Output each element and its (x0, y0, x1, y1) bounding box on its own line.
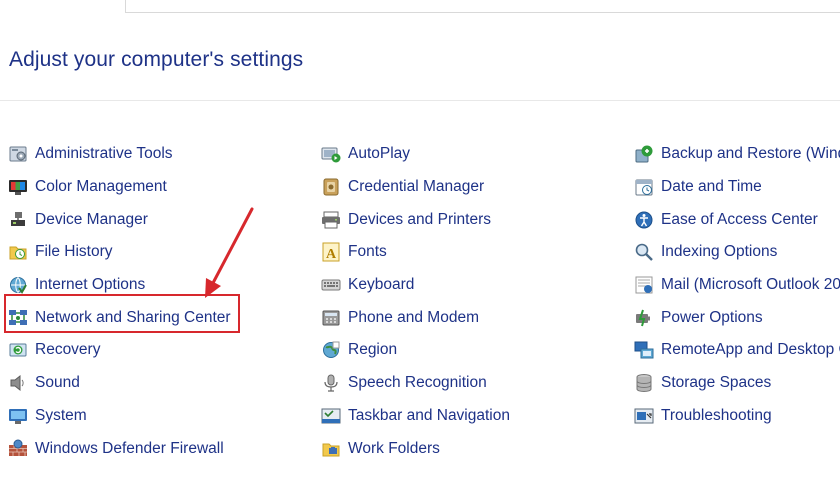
item-label: Storage Spaces (661, 374, 772, 392)
item-label: Speech Recognition (348, 374, 487, 392)
control-panel-item-speech-recognition[interactable]: Speech Recognition (321, 367, 510, 400)
highlight-box (4, 294, 240, 333)
control-panel-item-credential-manager[interactable]: Credential Manager (321, 171, 510, 204)
item-label: Keyboard (348, 276, 415, 294)
control-panel-item-color-management[interactable]: Color Management (8, 171, 231, 204)
internet-options-icon (10, 277, 27, 294)
phone-modem-icon (322, 310, 340, 326)
header-divider (0, 100, 840, 101)
control-panel-column-3: Backup and Restore (Windows 7) Date and T… (634, 138, 840, 432)
item-label: Color Management (35, 178, 167, 196)
troubleshooting-icon (634, 408, 654, 424)
item-label: Power Options (661, 308, 763, 326)
work-folders-icon (322, 443, 340, 457)
item-label: Indexing Options (661, 243, 778, 261)
item-label: Credential Manager (348, 178, 485, 196)
control-panel-item-file-history[interactable]: File History (8, 236, 231, 269)
item-label: Administrative Tools (35, 145, 173, 163)
recovery-icon (9, 343, 27, 357)
control-panel-item-system[interactable]: System (8, 400, 231, 433)
region-icon (323, 341, 340, 359)
control-panel-item-phone-and-modem[interactable]: Phone and Modem (321, 301, 510, 334)
item-label: Backup and Restore (Windows 7) (661, 145, 840, 163)
speech-recognition-icon (324, 374, 338, 392)
device-manager-icon (11, 211, 25, 226)
admin-tools-icon (9, 146, 27, 162)
taskbar-icon (321, 408, 341, 424)
file-history-icon (9, 246, 27, 260)
mail-icon (635, 276, 653, 294)
item-label: Troubleshooting (661, 406, 772, 424)
item-label: Taskbar and Navigation (348, 406, 510, 424)
system-icon (9, 408, 27, 424)
item-label: Ease of Access Center (661, 210, 818, 228)
control-panel-item-windows-defender-firewall[interactable]: Windows Defender Firewall (8, 432, 231, 465)
fonts-icon: A (322, 242, 340, 262)
control-panel-item-mail-microsoft-outlook-2016[interactable]: Mail (Microsoft Outlook 2016) (634, 269, 840, 302)
tab-strip-border (126, 12, 840, 13)
control-panel-item-ease-of-access-center[interactable]: Ease of Access Center (634, 203, 840, 236)
control-panel-item-taskbar-and-navigation[interactable]: Taskbar and Navigation (321, 400, 510, 433)
item-label: AutoPlay (348, 145, 411, 163)
control-panel-item-remoteapp-and-desktop-connections[interactable]: RemoteApp and Desktop Connections (634, 334, 840, 367)
item-label: File History (35, 243, 113, 261)
date-time-icon (635, 179, 653, 196)
control-panel-item-keyboard[interactable]: Keyboard (321, 269, 510, 302)
power-options-icon (636, 309, 650, 327)
page-title: Adjust your computer's settings (9, 48, 304, 71)
control-panel-item-date-and-time[interactable]: Date and Time (634, 171, 840, 204)
control-panel-item-indexing-options[interactable]: Indexing Options (634, 236, 840, 269)
backup-restore-icon (635, 145, 653, 163)
control-panel-item-device-manager[interactable]: Device Manager (8, 203, 231, 236)
control-panel-item-fonts[interactable]: A Fonts (321, 236, 510, 269)
credential-manager-icon (323, 178, 339, 196)
item-label: Work Folders (348, 439, 440, 457)
control-panel-item-recovery[interactable]: Recovery (8, 334, 231, 367)
control-panel-item-devices-and-printers[interactable]: Devices and Printers (321, 203, 510, 236)
item-label: Date and Time (661, 178, 762, 196)
ease-of-access-icon (635, 211, 653, 229)
window-top-edge (0, 0, 840, 14)
autoplay-icon (321, 147, 341, 163)
item-label: Windows Defender Firewall (35, 439, 224, 457)
devices-printers-icon (322, 211, 340, 229)
control-panel-item-administrative-tools[interactable]: Administrative Tools (8, 138, 231, 171)
color-management-icon (9, 180, 27, 196)
control-panel-item-troubleshooting[interactable]: Troubleshooting (634, 400, 840, 433)
control-panel-item-backup-and-restore-windows-7[interactable]: Backup and Restore (Windows 7) (634, 138, 840, 171)
sound-icon (10, 375, 24, 392)
item-label: Devices and Printers (348, 210, 492, 228)
control-panel-item-storage-spaces[interactable]: Storage Spaces (634, 367, 840, 400)
keyboard-icon (321, 279, 341, 291)
indexing-options-icon (635, 244, 653, 262)
control-panel-item-autoplay[interactable]: AutoPlay (321, 138, 510, 171)
firewall-icon (9, 439, 27, 456)
control-panel-item-power-options[interactable]: Power Options (634, 301, 840, 334)
control-panel-item-sound[interactable]: Sound (8, 367, 231, 400)
item-label: Device Manager (35, 210, 148, 228)
item-label: System (35, 406, 87, 424)
item-label: RemoteApp and Desktop Connections (661, 341, 840, 359)
item-label: Fonts (348, 243, 387, 261)
remoteapp-icon (634, 341, 654, 359)
svg-text:A: A (326, 247, 337, 262)
item-label: Region (348, 341, 398, 359)
item-label: Phone and Modem (348, 308, 479, 326)
item-label: Sound (35, 374, 80, 392)
storage-spaces-icon (636, 374, 652, 393)
item-label: Recovery (35, 341, 101, 359)
control-panel-item-work-folders[interactable]: Work Folders (321, 432, 510, 465)
item-label: Internet Options (35, 276, 146, 294)
control-panel-item-region[interactable]: Region (321, 334, 510, 367)
item-label: Mail (Microsoft Outlook 2016) (661, 276, 840, 294)
control-panel-column-2: AutoPlay Credential Manager Devices and Pr… (321, 138, 510, 465)
